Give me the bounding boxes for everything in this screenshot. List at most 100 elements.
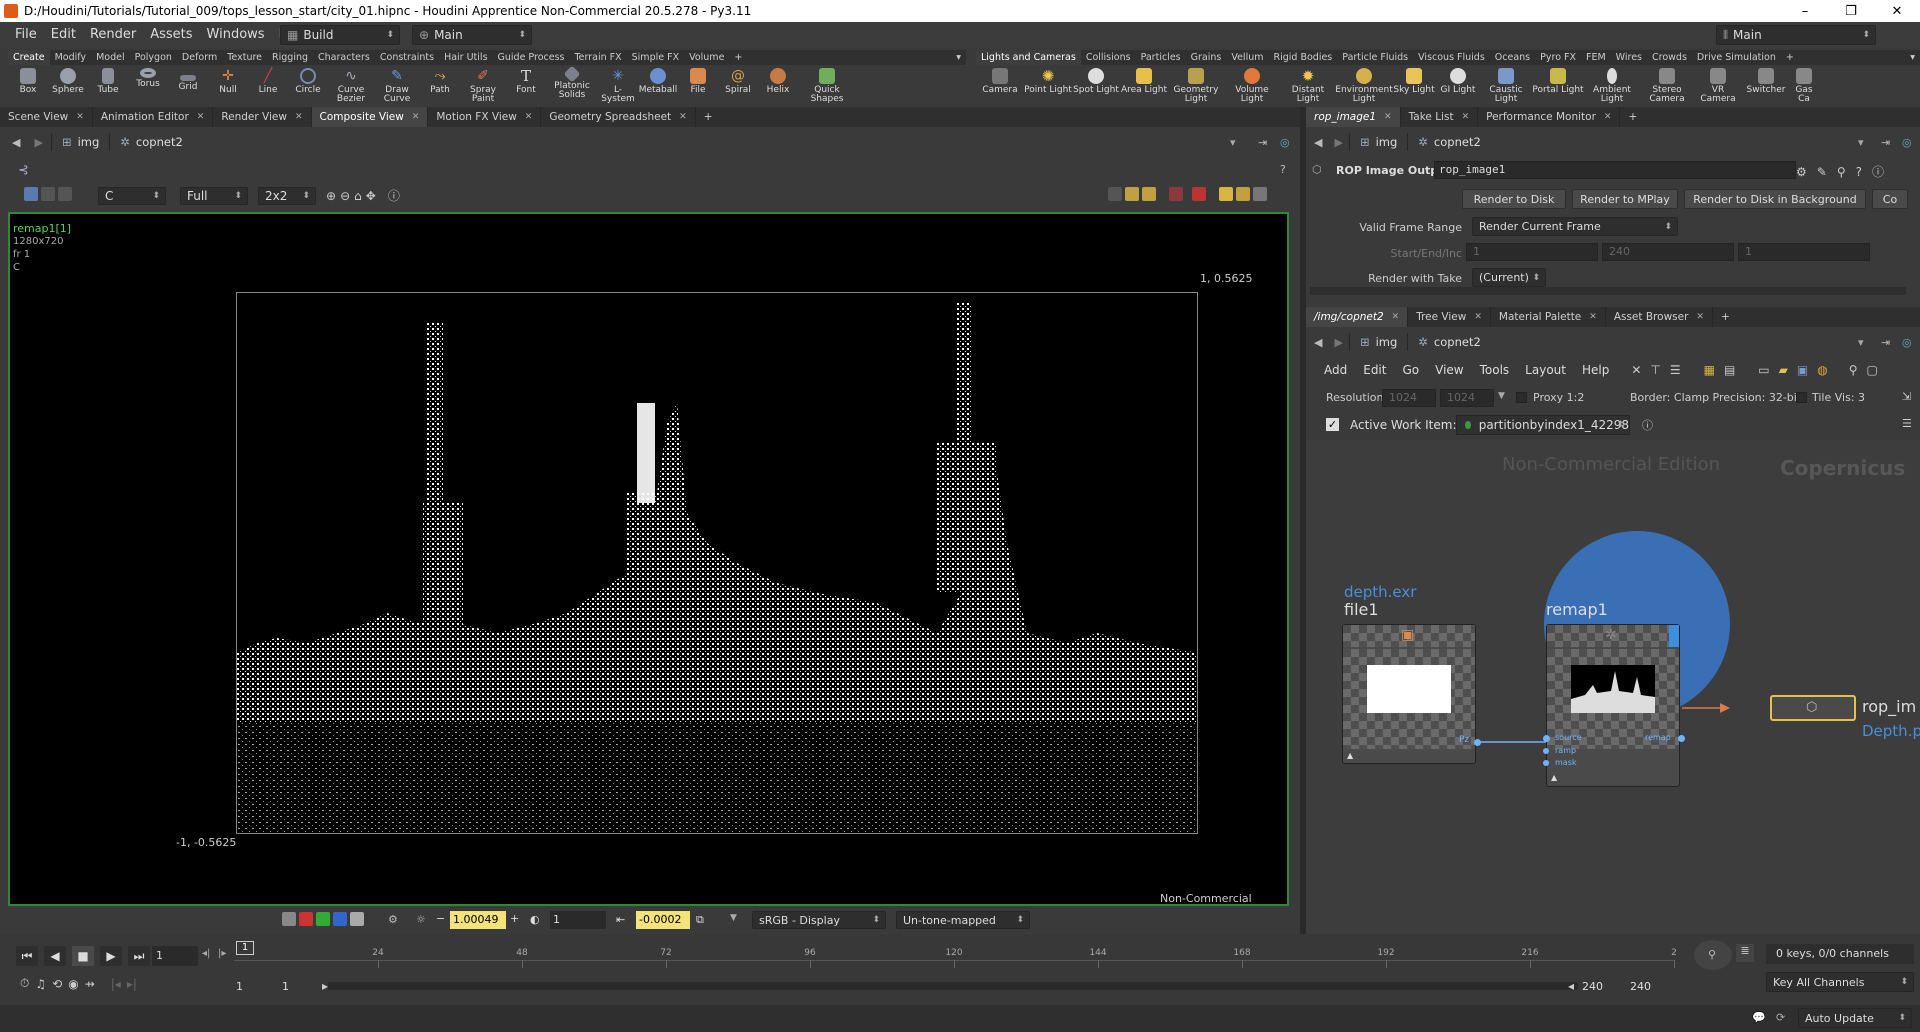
close-icon[interactable]: ✕: [1474, 307, 1482, 327]
breadcrumb-copnet[interactable]: ✲ copnet2: [110, 132, 193, 152]
tab-tree-view[interactable]: Tree View ✕: [1408, 307, 1491, 327]
layout-dropdown[interactable]: ⊕ Main ⬍: [412, 25, 532, 45]
path-dropdown-icon[interactable]: ▾: [1858, 336, 1864, 349]
add-tab-icon[interactable]: +: [1620, 107, 1645, 127]
close-icon[interactable]: ✕: [525, 107, 533, 127]
audio-icon[interactable]: ♫: [35, 977, 46, 991]
forward-arrow-icon[interactable]: ▶: [1328, 336, 1348, 349]
playhead[interactable]: 1: [236, 941, 254, 955]
display-flag[interactable]: [1669, 625, 1679, 647]
tab-take-list[interactable]: Take List ✕: [1401, 107, 1479, 127]
tool-tube[interactable]: Tube: [88, 65, 128, 107]
info-icon[interactable]: ⓘ: [388, 187, 400, 204]
note-icon[interactable]: ▰: [1779, 363, 1788, 377]
tool-sky-light[interactable]: Sky Light: [1392, 65, 1436, 107]
tool-camera[interactable]: Camera: [976, 65, 1024, 107]
range-end-field[interactable]: 240: [1582, 978, 1622, 996]
tool-ambient-light[interactable]: Ambient Light: [1584, 65, 1640, 107]
view-split-icon[interactable]: [41, 187, 55, 201]
inc-field[interactable]: 1: [1738, 243, 1870, 261]
work-item-dropdown[interactable]: partitionbyindex1_42298 ⬍: [1456, 415, 1630, 435]
shelf-menu-icon[interactable]: ▾: [951, 50, 966, 65]
pan-icon[interactable]: ✥: [366, 189, 376, 203]
file1-node[interactable]: ▣ ▲ Pz: [1342, 624, 1481, 764]
dropdown-arrow-icon[interactable]: ▼: [730, 913, 737, 923]
tool-font[interactable]: T Font: [506, 65, 546, 107]
info-icon[interactable]: ⓘ: [1872, 163, 1884, 180]
shelf-menu-icon[interactable]: ▾: [1905, 50, 1920, 65]
realtime-icon[interactable]: ⏱: [20, 976, 29, 991]
shelf-tab[interactable]: Particle Fluids: [1337, 50, 1413, 65]
valid-frame-range-dropdown[interactable]: Render Current Frame ⬍: [1472, 217, 1678, 236]
home-icon[interactable]: ⌂: [354, 189, 362, 203]
sync-icon[interactable]: ◉: [68, 977, 78, 991]
zoom-out-icon[interactable]: ⊖: [340, 189, 350, 203]
rop-image1-node[interactable]: ⬡: [1770, 695, 1856, 721]
shelf-tab[interactable]: Volume: [684, 50, 729, 65]
grid-view-icon[interactable]: ▦: [1704, 363, 1715, 377]
render-to-disk-button[interactable]: Render to Disk: [1462, 189, 1566, 209]
tab-composite-view[interactable]: Composite View ✕: [311, 107, 429, 127]
shelf-tab[interactable]: Wires: [1611, 50, 1647, 65]
desktop-dropdown[interactable]: ▦ Build ⬍: [280, 25, 400, 45]
tool-circle[interactable]: Circle: [288, 65, 328, 107]
tool-null[interactable]: ✛ Null: [208, 65, 248, 107]
shelf-tab[interactable]: Particles: [1136, 50, 1186, 65]
gain-plus-button[interactable]: +: [510, 912, 519, 925]
shelf-tab[interactable]: Viscous Fluids: [1413, 50, 1490, 65]
option-a-icon[interactable]: [1108, 187, 1122, 201]
tool-portal-light[interactable]: Portal Light: [1532, 65, 1584, 107]
tool-quick-shapes[interactable]: Quick Shapes: [798, 65, 856, 107]
breadcrumb-img[interactable]: ⊞ img: [1350, 332, 1407, 352]
back-arrow-icon[interactable]: ◀: [0, 136, 26, 149]
help-icon[interactable]: ?: [1856, 165, 1862, 179]
layout-grid-icon[interactable]: [1236, 187, 1250, 201]
range-start-field[interactable]: 1: [236, 978, 282, 996]
timeline-bar[interactable]: 1 24 48 72 96 120 144 168 192 216 2: [234, 938, 1677, 974]
collapse-arrow-icon[interactable]: ▲: [1347, 751, 1353, 760]
maximize-button[interactable]: ❐: [1828, 0, 1874, 22]
close-button[interactable]: ✕: [1874, 0, 1920, 22]
breadcrumb-copnet[interactable]: ✲ copnet2: [1408, 132, 1491, 152]
tab-material-palette[interactable]: Material Palette ✕: [1491, 307, 1606, 327]
tab-scene-view[interactable]: Scene View ✕: [0, 107, 93, 127]
range-end-handle[interactable]: ◂: [1568, 979, 1574, 993]
shelf-tab[interactable]: Modify: [50, 50, 91, 65]
shelf-tab-create[interactable]: Create: [8, 50, 50, 65]
network-menu-help[interactable]: Help: [1574, 363, 1617, 377]
channel-blue-icon[interactable]: [333, 912, 347, 926]
tool-sphere[interactable]: Sphere: [48, 65, 88, 107]
remap1-ramp-port[interactable]: [1543, 748, 1549, 754]
network-menu-edit[interactable]: Edit: [1355, 363, 1394, 377]
add-tab-icon[interactable]: +: [1713, 307, 1738, 327]
close-icon[interactable]: ✕: [295, 107, 303, 127]
tool-file[interactable]: File: [678, 65, 718, 107]
pin-icon[interactable]: ⇥: [1881, 136, 1890, 149]
tool-helix[interactable]: Helix: [758, 65, 798, 107]
tool-draw-curve[interactable]: ✎ Draw Curve: [374, 65, 420, 107]
add-tab-icon[interactable]: +: [696, 107, 721, 127]
network-editor[interactable]: Non-Commercial Edition Copernicus depth.…: [1306, 440, 1920, 934]
display-dropdown[interactable]: sRGB - Display ⬍: [752, 911, 886, 929]
channel-green-icon[interactable]: [316, 912, 330, 926]
fullscreen-icon[interactable]: [1253, 187, 1267, 201]
shelf-tab[interactable]: Constraints: [375, 50, 439, 65]
keys-status[interactable]: 0 keys, 0/0 channels: [1766, 944, 1914, 964]
close-icon[interactable]: ✕: [1604, 107, 1612, 127]
offset-icon[interactable]: ⇤: [616, 913, 625, 926]
shelf-tab[interactable]: Guide Process: [493, 50, 570, 65]
network-menu-view[interactable]: View: [1427, 363, 1471, 377]
gamma-icon[interactable]: ⧉: [696, 913, 704, 927]
remap1-source-port[interactable]: [1543, 735, 1550, 742]
jump-end-icon[interactable]: ⏭: [128, 946, 150, 966]
close-icon[interactable]: ✕: [1589, 307, 1597, 327]
expand-icon[interactable]: ⇲: [1902, 390, 1911, 403]
shelf-tab[interactable]: Drive Simulation: [1692, 50, 1781, 65]
wrench-icon[interactable]: ✎: [1817, 165, 1827, 179]
shelf-tab[interactable]: FEM: [1581, 50, 1611, 65]
link-icon[interactable]: ◎: [1902, 336, 1912, 349]
menu-windows[interactable]: Windows: [200, 27, 272, 42]
network-menu-go[interactable]: Go: [1394, 363, 1427, 377]
image-icon[interactable]: ▣: [1797, 363, 1808, 377]
path-dropdown-icon[interactable]: ▾: [1230, 136, 1236, 149]
